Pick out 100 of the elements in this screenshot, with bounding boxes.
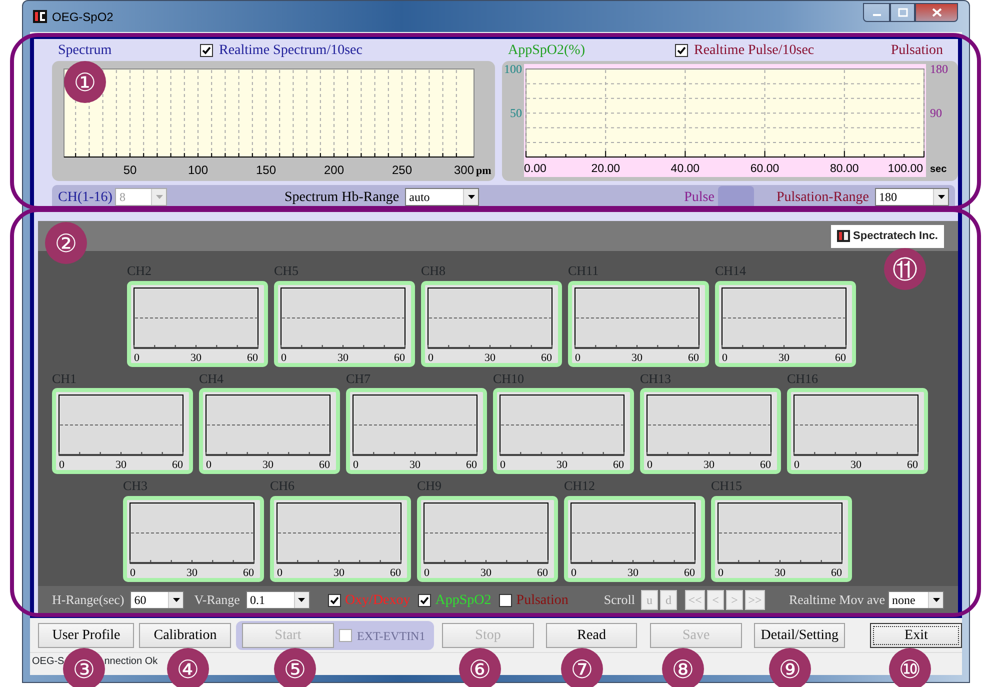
close-icon[interactable] bbox=[915, 3, 958, 22]
tick-label: 0 bbox=[647, 459, 652, 470]
checkbox[interactable] bbox=[675, 44, 688, 56]
tick-label: 0 bbox=[428, 352, 434, 362]
tick-label: 60 bbox=[760, 459, 771, 470]
caret-icon bbox=[463, 189, 478, 205]
tick-label: 30 bbox=[778, 352, 790, 362]
tick-label: 60.00 bbox=[750, 163, 780, 175]
tick-label: 60 bbox=[390, 566, 401, 578]
tick-label: 0 bbox=[500, 459, 506, 470]
tick-label: 60 bbox=[172, 459, 183, 470]
dropdown[interactable]: 180 bbox=[875, 188, 949, 206]
tick-label: 300 bbox=[454, 163, 474, 177]
tick-label: 30 bbox=[116, 459, 126, 470]
checkbox-label: Realtime Spectrum/10sec bbox=[219, 42, 362, 60]
checkbox[interactable] bbox=[499, 594, 512, 606]
logo-icon bbox=[837, 230, 850, 242]
tick-label: 60 bbox=[684, 566, 695, 578]
tick-label: 0 bbox=[59, 459, 64, 470]
field-label: Spectrum Hb-Range bbox=[284, 188, 400, 206]
tick-label: 60 bbox=[394, 352, 405, 362]
tick-label: 60 bbox=[466, 459, 477, 470]
tick-label: 0 bbox=[718, 566, 724, 578]
button[interactable]: Detail/Setting bbox=[754, 623, 846, 648]
button[interactable]: Calibration bbox=[139, 623, 232, 648]
dropdown[interactable]: 0.1 bbox=[246, 591, 310, 609]
tick-label: 90 bbox=[930, 106, 942, 120]
tick-label: 0 bbox=[206, 459, 212, 470]
field-label: H-Range(sec) bbox=[52, 591, 124, 610]
minimize-icon[interactable] bbox=[863, 3, 890, 22]
tick-label: 0 bbox=[281, 352, 286, 362]
dropdown[interactable]: none bbox=[888, 591, 944, 609]
status-text: OEG-S bbox=[32, 655, 64, 669]
tick-label: 30 bbox=[632, 352, 642, 362]
tick-label: 80.00 bbox=[830, 163, 859, 175]
button[interactable]: User Profile bbox=[38, 623, 134, 648]
maximize-icon[interactable] bbox=[890, 3, 915, 22]
tick-label: 30 bbox=[338, 352, 348, 362]
tick-label: 0 bbox=[424, 566, 430, 578]
tick-label: 250 bbox=[392, 163, 412, 177]
tick-label: 30 bbox=[628, 566, 638, 578]
tick-label: 60 bbox=[243, 566, 254, 578]
caret-icon bbox=[168, 592, 184, 608]
tick-label: 60 bbox=[831, 566, 842, 578]
tick-label: 0.00 bbox=[524, 163, 546, 175]
field-label: Scroll bbox=[604, 591, 635, 610]
button[interactable]: Read bbox=[546, 623, 638, 648]
tick-label: 30 bbox=[190, 352, 202, 362]
tick-label: 30 bbox=[334, 566, 344, 578]
tick-label: 30 bbox=[410, 459, 420, 470]
chart-title: AppSpO2(%) bbox=[508, 42, 586, 60]
checkbox-label: Realtime Pulse/10sec bbox=[694, 42, 814, 60]
axis-label: pm bbox=[476, 165, 492, 177]
tick-label: 50 bbox=[123, 163, 137, 177]
tick-label: 0 bbox=[571, 566, 576, 578]
tick-label: 0 bbox=[794, 459, 800, 470]
checkbox-label: EXT-EVTIN1 bbox=[357, 628, 426, 644]
tick-label: 100 bbox=[504, 62, 522, 76]
tick-label: 40.00 bbox=[670, 163, 700, 175]
pulse-indicator bbox=[718, 186, 754, 208]
checkbox[interactable] bbox=[200, 44, 213, 56]
window-title: OEG-SpO2 bbox=[52, 8, 114, 26]
field-label: Realtime Mov ave bbox=[788, 591, 885, 610]
axis-label: sec bbox=[930, 164, 947, 175]
tick-label: 30 bbox=[704, 459, 714, 470]
tick-label: 0 bbox=[575, 352, 580, 362]
checkbox[interactable] bbox=[328, 594, 341, 606]
app-logo-icon bbox=[33, 10, 47, 23]
tick-label: 30 bbox=[850, 459, 862, 470]
caret-icon bbox=[928, 592, 943, 608]
tick-label: 60 bbox=[247, 352, 258, 362]
tick-label: 20.00 bbox=[591, 163, 620, 175]
tick-label: 100.00 bbox=[888, 163, 923, 175]
tick-label: 30 bbox=[556, 459, 568, 470]
tick-label: 30 bbox=[480, 566, 492, 578]
field-label: Pulse bbox=[684, 188, 714, 206]
button[interactable]: Exit bbox=[870, 623, 962, 648]
tick-label: 150 bbox=[256, 163, 276, 177]
tick-label: 60 bbox=[613, 459, 624, 470]
tick-label: 30 bbox=[186, 566, 198, 578]
caret-icon bbox=[151, 189, 166, 205]
tick-label: 0 bbox=[130, 566, 136, 578]
tick-label: 60 bbox=[541, 352, 552, 362]
checkbox-label: Oxy/Dexoy bbox=[344, 592, 410, 610]
tick-label: 200 bbox=[324, 163, 344, 177]
tick-label: 30 bbox=[484, 352, 496, 362]
tick-label: 60 bbox=[688, 352, 699, 362]
tick-label: 30 bbox=[262, 459, 274, 470]
tick-label: 0 bbox=[134, 352, 140, 362]
chart-title: Spectrum bbox=[58, 42, 113, 60]
tick-label: 0 bbox=[722, 352, 728, 362]
tick-label: 50 bbox=[510, 106, 522, 120]
dropdown[interactable]: auto bbox=[405, 188, 480, 206]
tick-label: 60 bbox=[319, 459, 330, 470]
checkbox[interactable] bbox=[418, 594, 432, 606]
tick-label: 100 bbox=[188, 163, 208, 177]
tick-label: 0 bbox=[277, 566, 282, 578]
dropdown[interactable]: 60 bbox=[130, 591, 184, 609]
logo-text: Spectratech Inc. bbox=[853, 228, 938, 244]
tick-label: 60 bbox=[537, 566, 548, 578]
